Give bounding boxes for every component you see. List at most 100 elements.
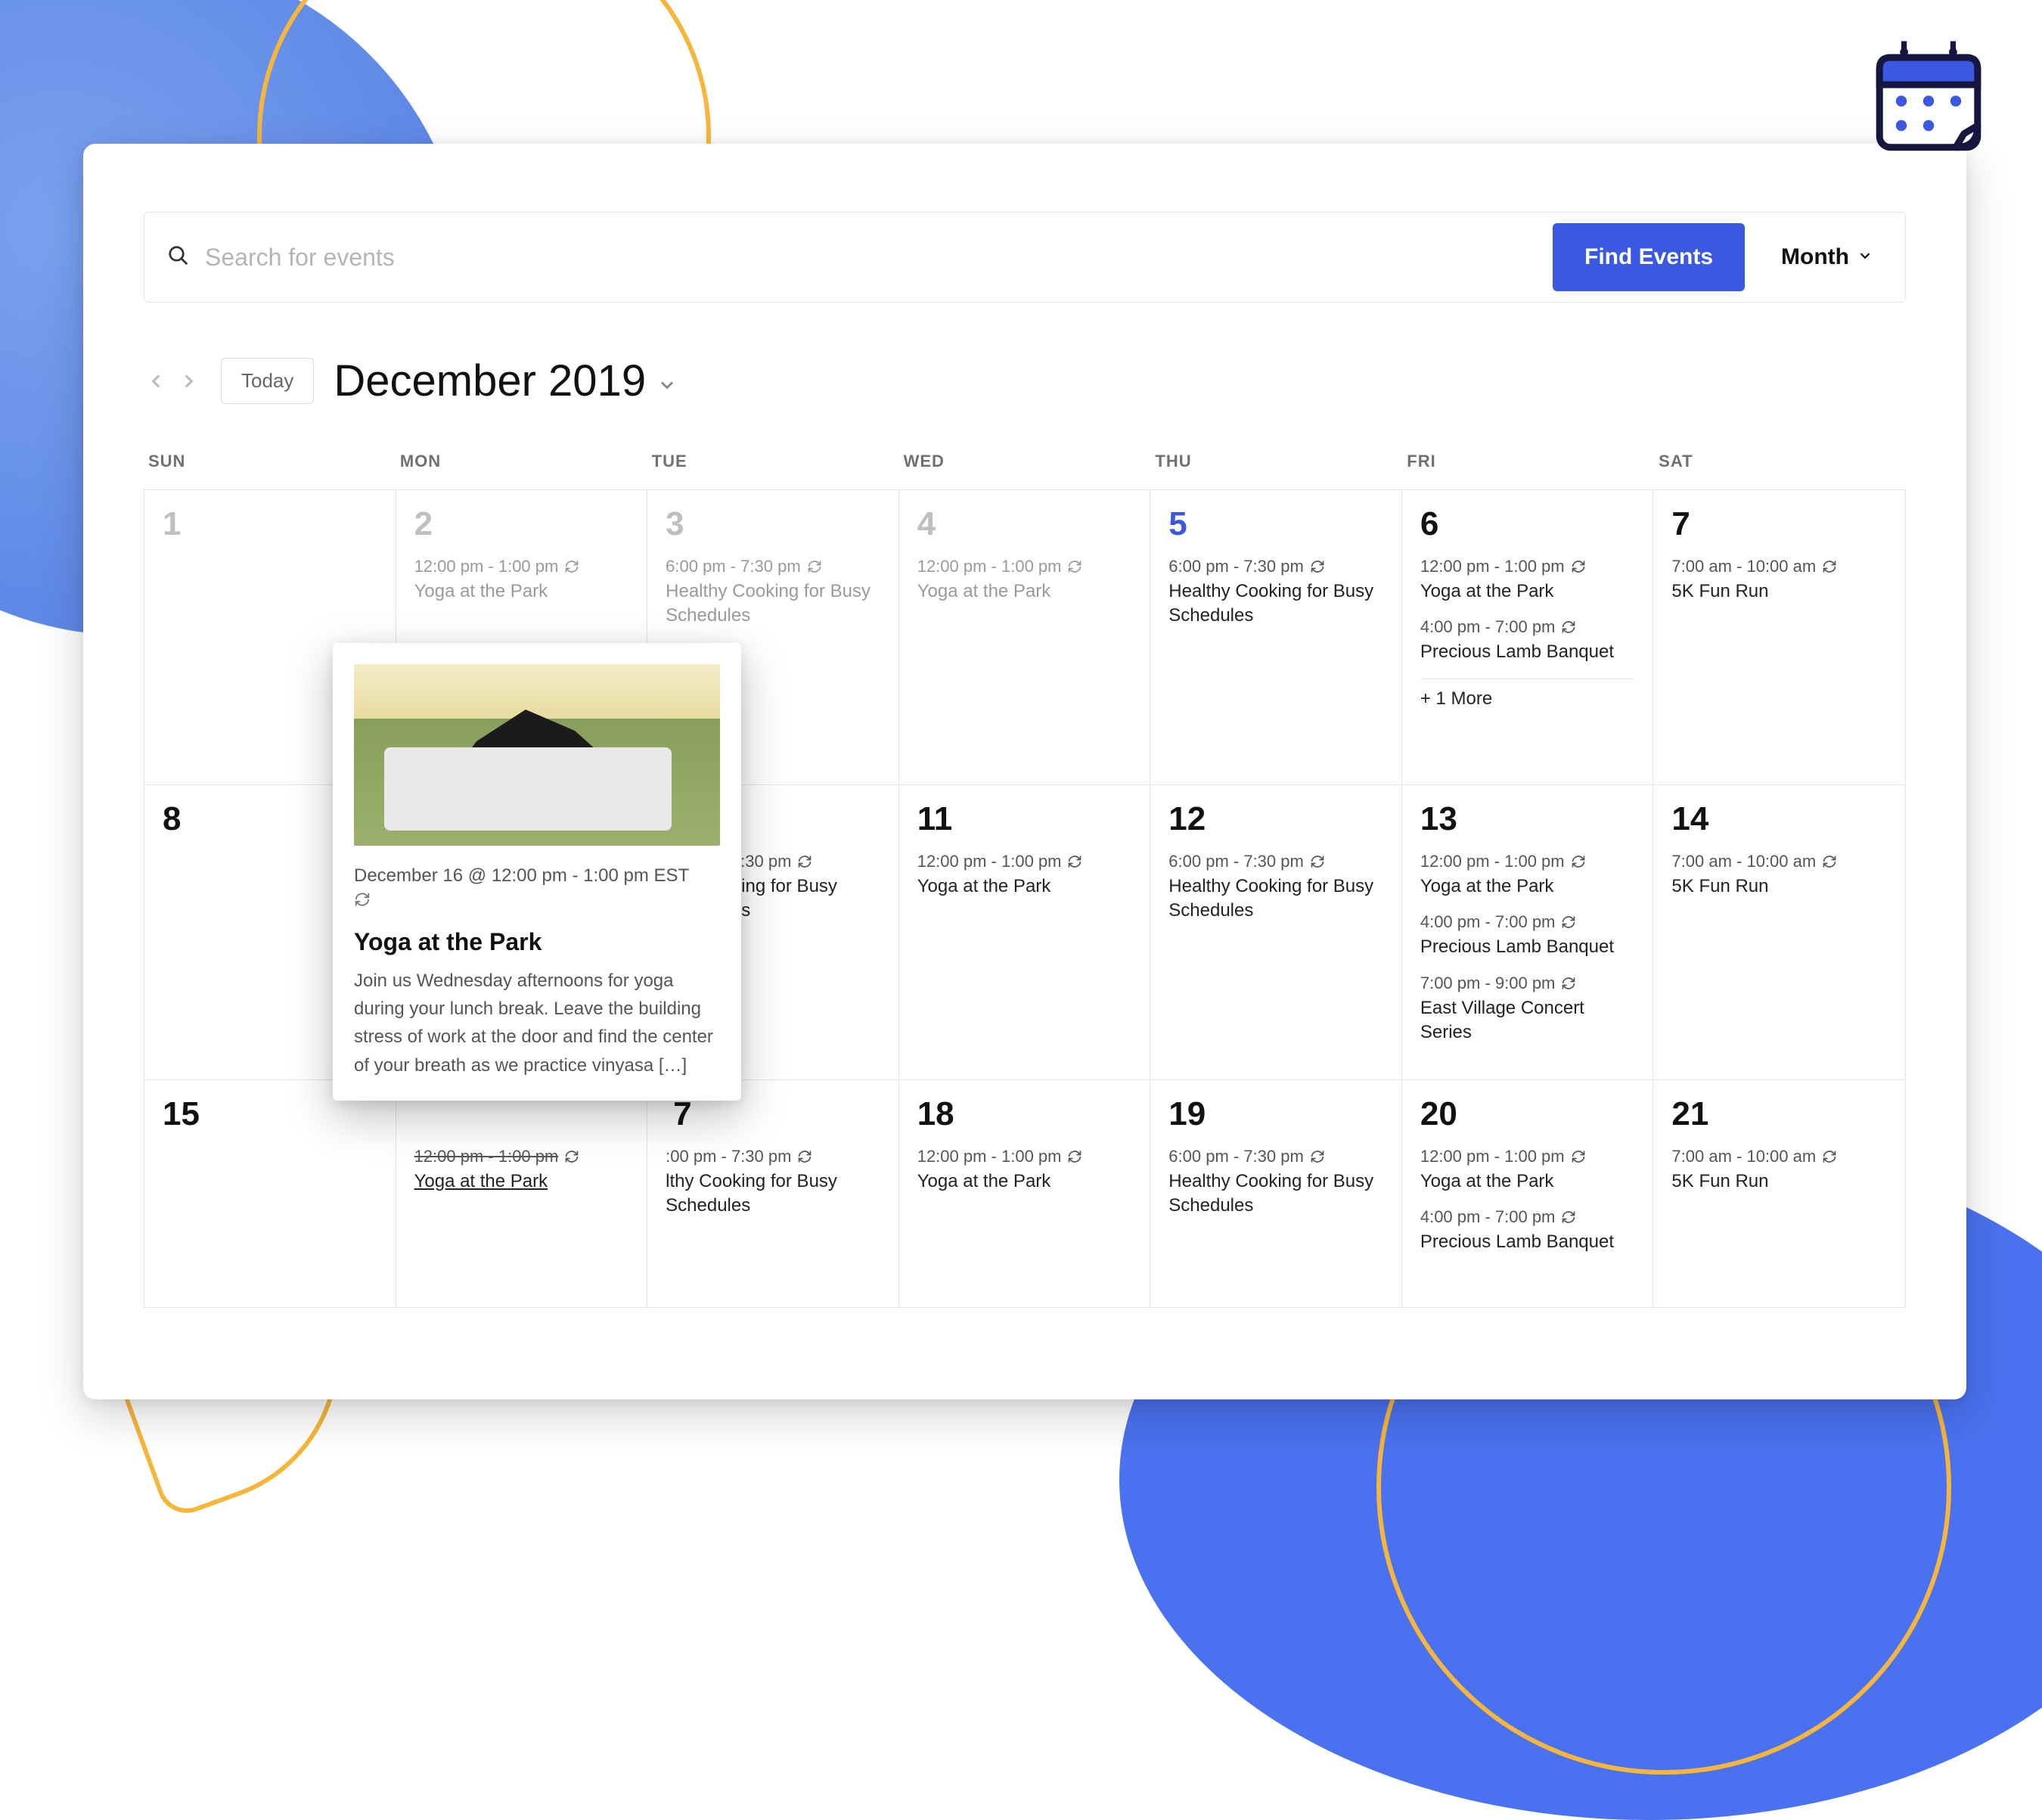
day-cell[interactable]: 12:00 pm - 1:00 pm Yoga at the Park — [396, 1080, 648, 1307]
event-title: lthy Cooking for Busy Schedules — [666, 1169, 880, 1219]
event-time: 4:00 pm - 7:00 pm — [1420, 617, 1635, 637]
event-item[interactable]: 7:00 am - 10:00 am 5K Fun Run — [1671, 852, 1887, 899]
event-item[interactable]: 7:00 pm - 9:00 pm East Village Concert S… — [1420, 974, 1635, 1045]
find-events-button[interactable]: Find Events — [1553, 223, 1745, 291]
event-item[interactable]: 6:00 pm - 7:30 pm Healthy Cooking for Bu… — [1168, 557, 1383, 629]
event-title: Yoga at the Park — [917, 874, 1132, 899]
event-tooltip-description: Join us Wednesday afternoons for yoga du… — [354, 967, 720, 1079]
event-time: 7:00 am - 10:00 am — [1671, 1147, 1887, 1166]
event-item[interactable]: 6:00 pm - 7:30 pm Healthy Cooking for Bu… — [1168, 852, 1383, 924]
day-cell[interactable]: 6 12:00 pm - 1:00 pm Yoga at the Park 4:00… — [1402, 490, 1654, 785]
calendar-nav: Today December 2019 — [144, 356, 1906, 406]
event-time: 12:00 pm - 1:00 pm — [414, 557, 629, 576]
event-item[interactable]: 4:00 pm - 7:00 pm Precious Lamb Banquet — [1420, 912, 1635, 959]
event-time: 4:00 pm - 7:00 pm — [1420, 1207, 1635, 1227]
month-selector[interactable]: December 2019 — [334, 356, 678, 406]
recurring-icon — [1067, 854, 1082, 869]
dow-label: SAT — [1654, 452, 1906, 489]
recurring-icon — [1822, 854, 1837, 869]
day-number: 14 — [1671, 800, 1887, 838]
recurring-icon — [354, 891, 720, 912]
more-events-link[interactable]: + 1 More — [1420, 688, 1635, 710]
day-cell[interactable]: 14 7:00 am - 10:00 am 5K Fun Run — [1653, 785, 1905, 1080]
recurring-icon — [1822, 1149, 1837, 1164]
recurring-icon — [1067, 1149, 1082, 1164]
event-title: Yoga at the Park — [917, 1169, 1132, 1194]
day-number: 5 — [1168, 505, 1383, 543]
day-number: 13 — [1420, 800, 1635, 838]
event-item[interactable]: 6:00 pm - 7:30 pm Healthy Cooking for Bu… — [1168, 1147, 1383, 1219]
dow-label: MON — [396, 452, 647, 489]
event-item[interactable]: 7:00 am - 10:00 am 5K Fun Run — [1671, 557, 1887, 604]
search-input[interactable] — [205, 244, 1538, 272]
search-icon — [167, 244, 190, 271]
event-item[interactable]: 12:00 pm - 1:00 pm Yoga at the Park — [414, 557, 629, 604]
event-item[interactable]: 12:00 pm - 1:00 pm Yoga at the Park — [1420, 557, 1635, 604]
prev-month-button[interactable] — [144, 365, 169, 398]
day-number: 11 — [917, 800, 1132, 838]
recurring-icon — [1561, 915, 1576, 930]
day-cell[interactable]: 20 12:00 pm - 1:00 pm Yoga at the Park 4:0… — [1402, 1080, 1654, 1307]
day-cell[interactable]: 1812:00 pm - 1:00 pm Yoga at the Park — [899, 1080, 1151, 1307]
event-title: Yoga at the Park — [1420, 1169, 1635, 1194]
recurring-icon — [564, 559, 579, 574]
day-number: 1 — [163, 505, 377, 543]
day-cell[interactable]: 126:00 pm - 7:30 pm Healthy Cooking for … — [1150, 785, 1402, 1080]
event-item[interactable]: 4:00 pm - 7:00 pm Precious Lamb Banquet — [1420, 617, 1635, 664]
event-item[interactable]: 12:00 pm - 1:00 pm Yoga at the Park — [917, 557, 1132, 604]
event-item[interactable]: 12:00 pm - 1:00 pm Yoga at the Park — [1420, 852, 1635, 899]
recurring-icon — [1310, 559, 1325, 574]
view-label: Month — [1781, 244, 1849, 270]
event-time: 6:00 pm - 7:30 pm — [1168, 852, 1383, 871]
day-number: 7 — [1671, 505, 1887, 543]
day-number: 20 — [1420, 1095, 1635, 1133]
day-cell[interactable]: 13 12:00 pm - 1:00 pm Yoga at the Park 4:0… — [1402, 785, 1654, 1080]
event-time: 7:00 pm - 9:00 pm — [1420, 974, 1635, 993]
event-time: :00 pm - 7:30 pm — [666, 1147, 880, 1166]
day-cell[interactable]: 19 6:00 pm - 7:30 pm Healthy Cooking for … — [1150, 1080, 1402, 1307]
event-item[interactable]: :00 pm - 7:30 pm lthy Cooking for Busy S… — [666, 1147, 880, 1219]
event-title: 5K Fun Run — [1671, 579, 1887, 604]
today-button[interactable]: Today — [221, 358, 314, 404]
month-label: December 2019 — [334, 356, 646, 406]
day-number: 6 — [1420, 505, 1635, 543]
event-time: 4:00 pm - 7:00 pm — [1420, 912, 1635, 932]
event-item[interactable]: 12:00 pm - 1:00 pm Yoga at the Park — [917, 1147, 1132, 1194]
day-number: 4 — [917, 505, 1132, 543]
recurring-icon — [564, 1149, 579, 1164]
event-time: 12:00 pm - 1:00 pm — [1420, 1147, 1635, 1166]
event-title: Healthy Cooking for Busy Schedules — [1168, 874, 1383, 924]
dow-label: SUN — [144, 452, 396, 489]
day-cell[interactable]: 5 6:00 pm - 7:30 pm Healthy Cooking for B… — [1150, 490, 1402, 785]
day-cell[interactable]: 7 7:00 am - 10:00 am 5K Fun Run — [1653, 490, 1905, 785]
recurring-icon — [1561, 976, 1576, 991]
recurring-icon — [1571, 854, 1586, 869]
calendar-logo-icon — [1860, 30, 1997, 170]
day-cell[interactable]: 11 12:00 pm - 1:00 pm Yoga at the Park — [899, 785, 1151, 1080]
event-title: Healthy Cooking for Busy Schedules — [1168, 1169, 1383, 1219]
recurring-icon — [1822, 559, 1837, 574]
event-item[interactable]: 7:00 am - 10:00 am 5K Fun Run — [1671, 1147, 1887, 1194]
recurring-icon — [807, 559, 822, 574]
view-selector[interactable]: Month — [1760, 244, 1887, 270]
event-item[interactable]: 12:00 pm - 1:00 pm Yoga at the Park — [414, 1147, 629, 1194]
event-time: 12:00 pm - 1:00 pm — [917, 852, 1132, 871]
next-month-button[interactable] — [175, 365, 201, 398]
day-cell[interactable]: 4 12:00 pm - 1:00 pm Yoga at the Park — [899, 490, 1151, 785]
event-item[interactable]: 12:00 pm - 1:00 pm Yoga at the Park — [917, 852, 1132, 899]
day-cell[interactable]: 217:00 am - 10:00 am 5K Fun Run — [1653, 1080, 1905, 1307]
event-item[interactable]: 4:00 pm - 7:00 pm Precious Lamb Banquet — [1420, 1207, 1635, 1254]
event-item[interactable]: 12:00 pm - 1:00 pm Yoga at the Park — [1420, 1147, 1635, 1194]
day-number: 3 — [666, 505, 880, 543]
day-number: 19 — [1168, 1095, 1383, 1133]
dow-label: FRI — [1402, 452, 1654, 489]
recurring-icon — [1571, 1149, 1586, 1164]
chevron-down-icon — [1857, 244, 1873, 270]
calendar-toolbar: Find Events Month — [144, 212, 1906, 303]
event-title: Healthy Cooking for Busy Schedules — [666, 579, 880, 629]
event-item[interactable]: 6:00 pm - 7:30 pm Healthy Cooking for Bu… — [666, 557, 880, 629]
event-tooltip: December 16 @ 12:00 pm - 1:00 pm EST Yog… — [333, 643, 741, 1101]
day-cell[interactable]: 15 — [144, 1080, 396, 1307]
event-title: East Village Concert Series — [1420, 996, 1635, 1045]
day-cell[interactable]: 7:00 pm - 7:30 pm lthy Cooking for Busy … — [647, 1080, 899, 1307]
